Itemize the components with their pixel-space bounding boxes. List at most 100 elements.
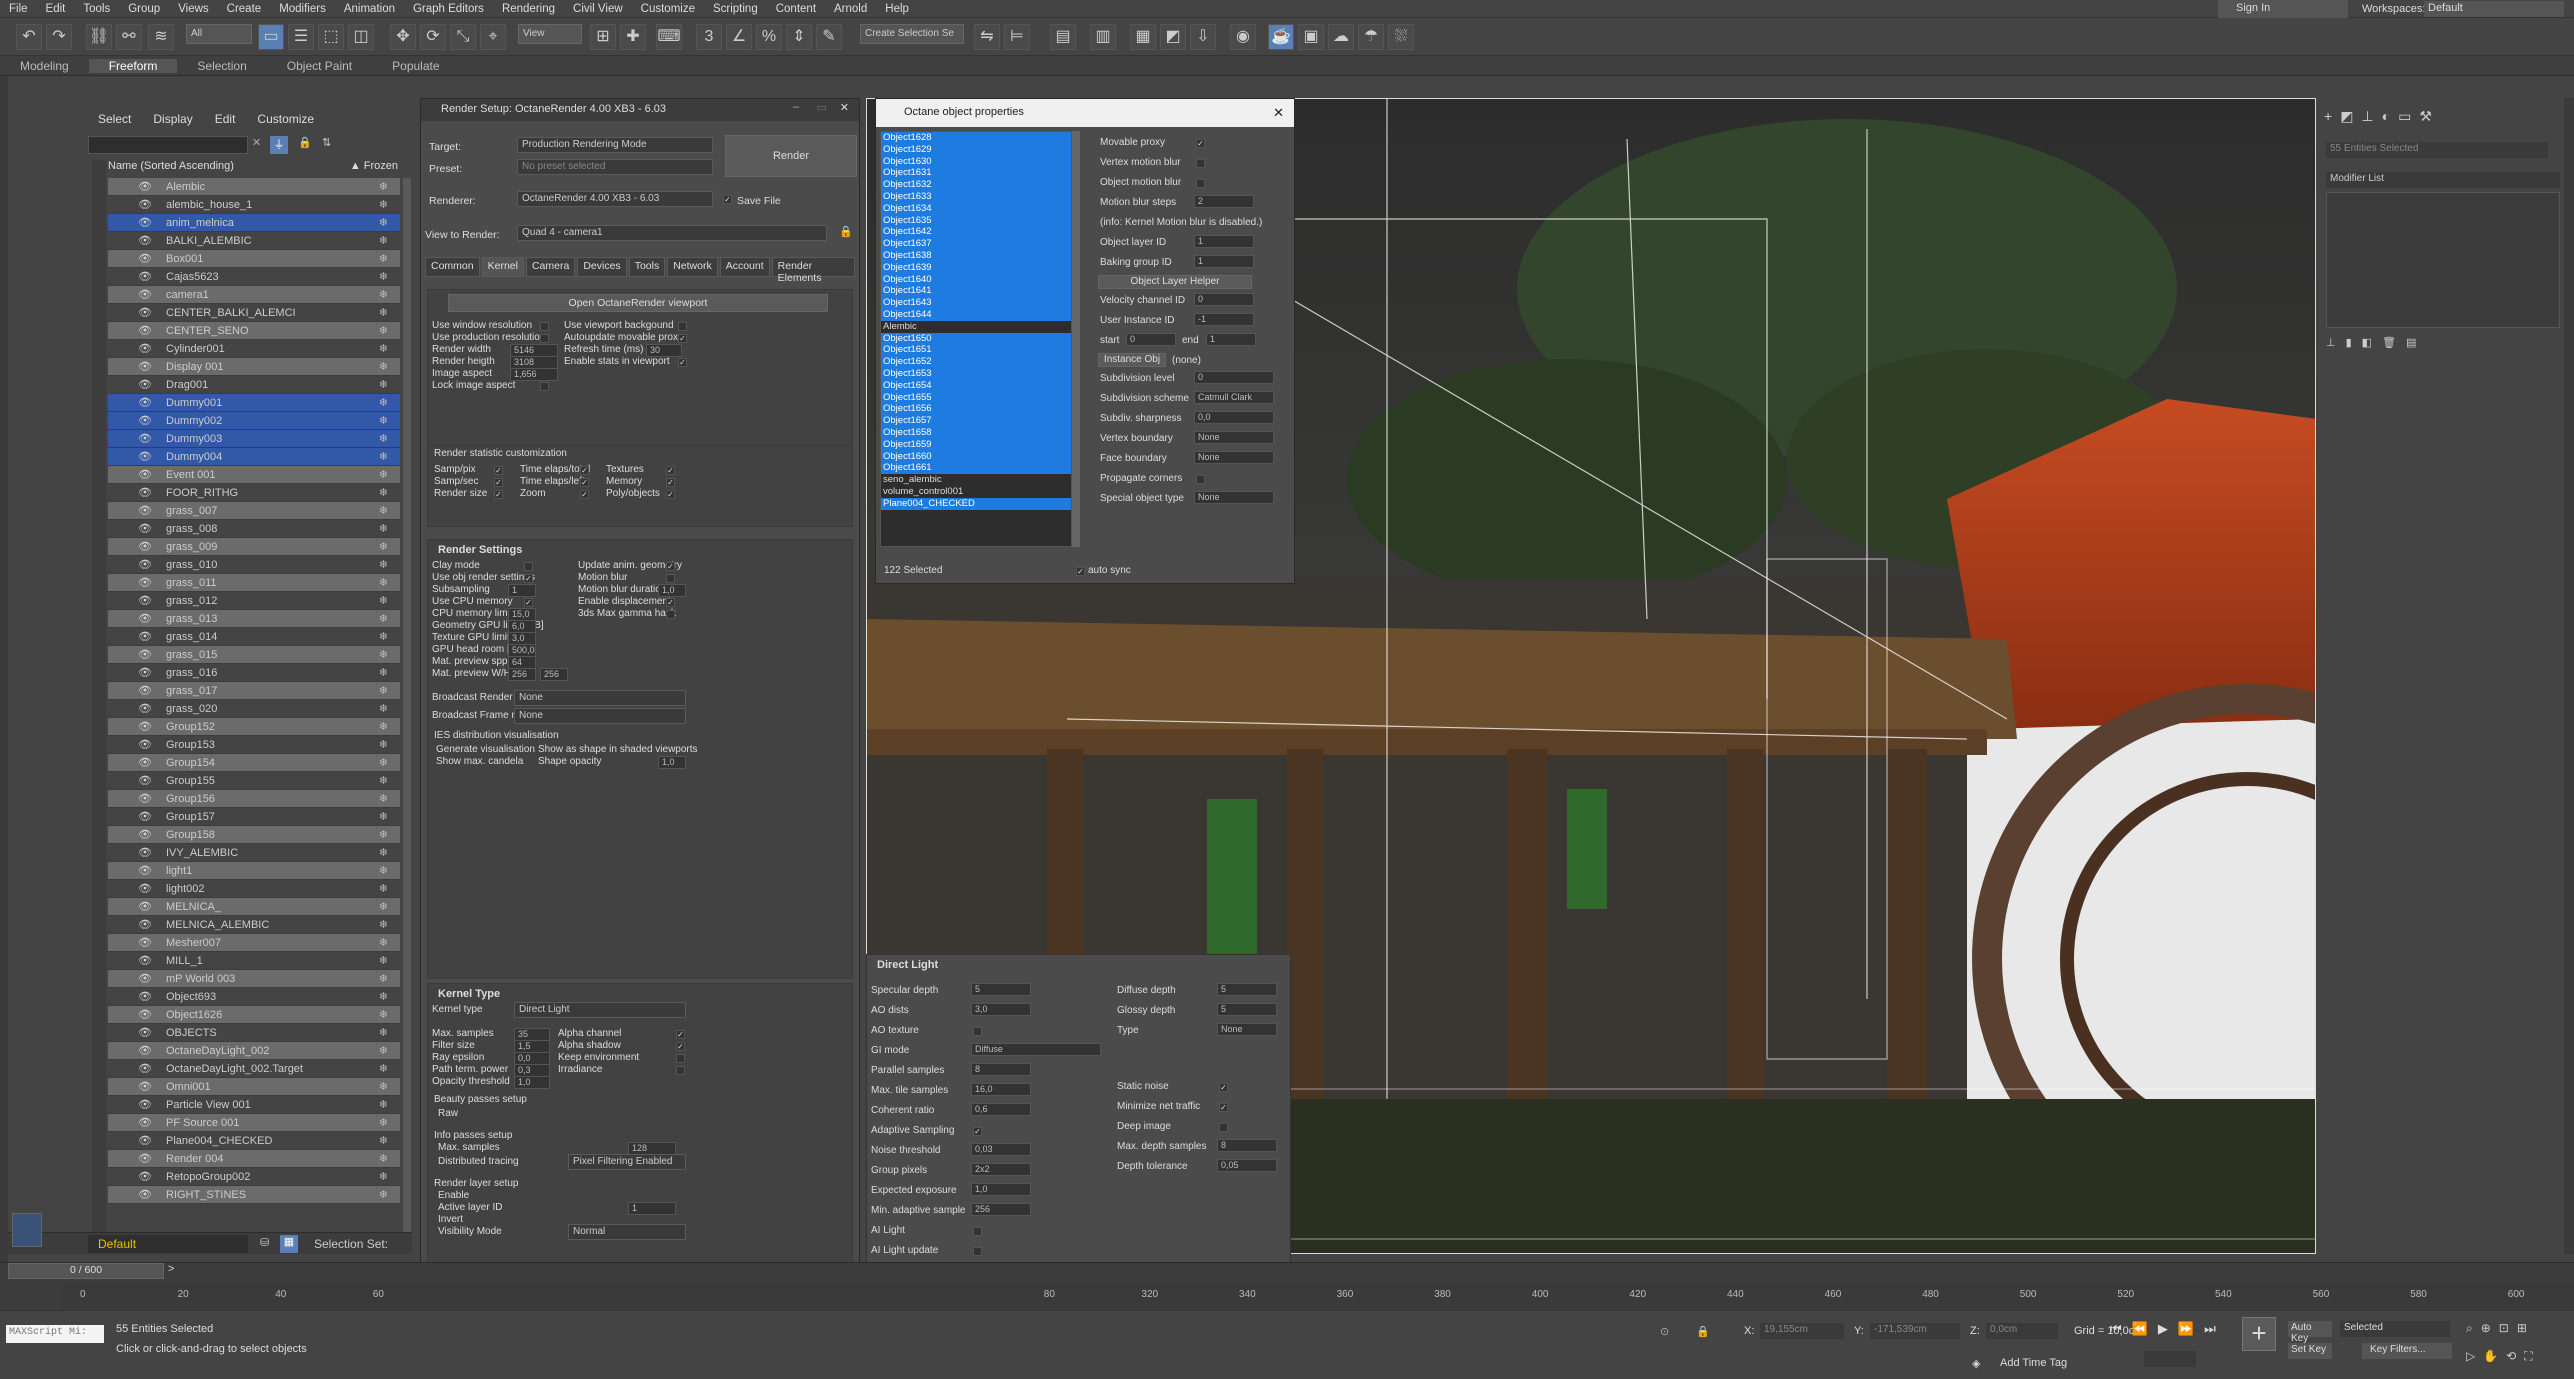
list-item[interactable]: Object1639 xyxy=(881,261,1071,274)
visibility-mode-dropdown[interactable]: Normal xyxy=(568,1224,686,1240)
freeze-icon[interactable]: ❄ xyxy=(379,790,388,808)
menu-help[interactable]: Help xyxy=(876,3,918,15)
distributed-tracing-dropdown[interactable]: Pixel Filtering Enabled xyxy=(568,1154,686,1170)
list-item[interactable]: Object1651 xyxy=(881,344,1071,357)
align-icon[interactable]: ⊨ xyxy=(1004,24,1030,50)
visibility-eye-icon[interactable]: 👁 xyxy=(138,286,152,304)
visibility-eye-icon[interactable]: 👁 xyxy=(138,610,152,628)
list-item[interactable]: Object1631 xyxy=(881,167,1071,180)
angle-snap-icon[interactable]: ∠ xyxy=(726,24,752,50)
fov-icon[interactable]: ▷ xyxy=(2466,1349,2475,1364)
named-selection-sets-dropdown[interactable]: Create Selection Se xyxy=(860,24,964,44)
visibility-eye-icon[interactable]: 👁 xyxy=(138,1132,152,1150)
scale-icon[interactable]: ⤡ xyxy=(450,24,476,50)
layer-explorer-icon[interactable]: ▥ xyxy=(1090,24,1116,50)
list-item[interactable]: 👁 CENTER_SENO ❄ xyxy=(108,322,400,340)
visibility-eye-icon[interactable]: 👁 xyxy=(138,394,152,412)
list-item[interactable]: 👁 Dummy002 ❄ xyxy=(108,412,400,430)
list-item[interactable]: 👁 RetopoGroup002 ❄ xyxy=(108,1168,400,1186)
freeze-icon[interactable]: ❄ xyxy=(379,538,388,556)
list-item[interactable]: 👁 MELNICA_ ❄ xyxy=(108,898,400,916)
direct-light-value[interactable]: 2x2 xyxy=(971,1163,1031,1176)
visibility-eye-icon[interactable]: 👁 xyxy=(138,700,152,718)
renderer-dropdown[interactable]: OctaneRender 4.00 XB3 - 6.03 xyxy=(517,191,713,207)
freeze-icon[interactable]: ❄ xyxy=(379,304,388,322)
stat-checkbox[interactable]: ✓ xyxy=(494,478,503,487)
render-settings-heading[interactable]: Render Settings xyxy=(438,544,522,556)
minimize-icon[interactable]: – xyxy=(793,101,799,113)
freeze-icon[interactable]: ❄ xyxy=(379,376,388,394)
freeze-icon[interactable]: ❄ xyxy=(379,664,388,682)
octane-object-list[interactable]: Object1628 Object1629 Object1630 Object1631… xyxy=(880,131,1072,547)
close-icon[interactable]: ✕ xyxy=(1273,105,1284,121)
ribbon-tab-modeling[interactable]: Modeling xyxy=(0,59,89,73)
list-item[interactable]: 👁 grass_011 ❄ xyxy=(108,574,400,592)
freeze-icon[interactable]: ❄ xyxy=(379,394,388,412)
direct-light-heading[interactable]: Direct Light xyxy=(877,959,938,971)
visibility-eye-icon[interactable]: 👁 xyxy=(138,556,152,574)
pin-stack-icon[interactable]: ⊥ xyxy=(2326,336,2336,352)
entities-name-field[interactable]: 55 Entities Selected xyxy=(2326,142,2548,158)
visibility-eye-icon[interactable]: 👁 xyxy=(138,682,152,700)
visibility-eye-icon[interactable]: 👁 xyxy=(138,808,152,826)
snaps-toggle-icon[interactable]: 3 xyxy=(696,24,722,50)
menu-rendering[interactable]: Rendering xyxy=(493,3,564,15)
direct-light-value[interactable]: 0,03 xyxy=(971,1143,1031,1156)
render-setting-checkbox[interactable] xyxy=(524,562,533,571)
freeze-icon[interactable]: ❄ xyxy=(379,970,388,988)
current-layer-dropdown[interactable]: Default xyxy=(88,1235,248,1253)
visibility-eye-icon[interactable]: 👁 xyxy=(138,772,152,790)
direct-light-value[interactable]: None xyxy=(1217,1023,1277,1036)
list-item[interactable]: Alembic xyxy=(881,320,1071,333)
list-item[interactable]: 👁 PF Source 001 ❄ xyxy=(108,1114,400,1132)
menu-edit[interactable]: Edit xyxy=(37,3,75,15)
list-item[interactable]: Object1634 xyxy=(881,202,1071,215)
kernel-checkbox[interactable] xyxy=(676,1066,685,1075)
freeze-icon[interactable]: ❄ xyxy=(379,178,388,196)
tab-common[interactable]: Common xyxy=(425,257,480,277)
instance-obj-button[interactable]: Instance Obj xyxy=(1098,353,1166,367)
stat-checkbox[interactable]: ✓ xyxy=(580,490,589,499)
active-layer-field[interactable]: 1 xyxy=(628,1202,676,1215)
close-icon[interactable]: ✕ xyxy=(840,101,849,114)
freeze-icon[interactable]: ❄ xyxy=(379,556,388,574)
visibility-eye-icon[interactable]: 👁 xyxy=(138,718,152,736)
visibility-eye-icon[interactable]: 👁 xyxy=(138,880,152,898)
stat-checkbox[interactable]: ✓ xyxy=(494,466,503,475)
direct-light-value[interactable]: 16,0 xyxy=(971,1083,1031,1096)
save-file-checkbox[interactable]: ✓ xyxy=(723,195,732,204)
list-item[interactable]: 👁 MILL_1 ❄ xyxy=(108,952,400,970)
freeze-icon[interactable]: ❄ xyxy=(379,340,388,358)
viewport-layout-icon[interactable] xyxy=(12,1213,42,1247)
kernel-checkbox[interactable]: ✓ xyxy=(676,1042,685,1051)
shape-opacity-field[interactable]: 1,0 xyxy=(658,756,686,769)
configure-sets-icon[interactable]: ▤ xyxy=(2406,336,2416,352)
list-item[interactable]: Object1653 xyxy=(881,367,1071,380)
time-tag-icon[interactable]: ◈ xyxy=(1972,1357,1980,1370)
list-item[interactable]: Object1660 xyxy=(881,450,1071,463)
list-item[interactable]: 👁 OctaneDayLight_002.Target ❄ xyxy=(108,1060,400,1078)
freeze-icon[interactable]: ❄ xyxy=(379,898,388,916)
ribbon-toggle-icon[interactable]: ▦ xyxy=(1130,24,1156,50)
object-layer-helper-button[interactable]: Object Layer Helper xyxy=(1098,275,1252,289)
move-icon[interactable]: ✥ xyxy=(390,24,416,50)
visibility-eye-icon[interactable]: 👁 xyxy=(138,754,152,772)
direct-light-value[interactable]: 0,6 xyxy=(971,1103,1031,1116)
direct-light-value[interactable]: 3,0 xyxy=(971,1003,1031,1016)
freeze-icon[interactable]: ❄ xyxy=(379,700,388,718)
direct-light-value[interactable]: 5 xyxy=(1217,1003,1277,1016)
direct-light-checkbox[interactable]: ✓ xyxy=(973,1127,982,1136)
visibility-eye-icon[interactable]: 👁 xyxy=(138,520,152,538)
menu-group[interactable]: Group xyxy=(119,3,169,15)
ribbon-tab-populate[interactable]: Populate xyxy=(372,59,459,73)
freeze-icon[interactable]: ❄ xyxy=(379,808,388,826)
kernel-checkbox[interactable] xyxy=(676,1054,685,1063)
list-item[interactable]: 👁 mP World 003 ❄ xyxy=(108,970,400,988)
freeze-icon[interactable]: ❄ xyxy=(379,448,388,466)
object-property-value[interactable]: 0,0 xyxy=(1194,411,1274,424)
selection-set-icon[interactable]: ▦ xyxy=(280,1235,298,1253)
freeze-icon[interactable]: ❄ xyxy=(379,1042,388,1060)
list-item[interactable]: 👁 Group155 ❄ xyxy=(108,772,400,790)
modifier-list-dropdown[interactable]: Modifier List xyxy=(2326,172,2560,188)
object-property-checkbox[interactable] xyxy=(1196,475,1205,484)
